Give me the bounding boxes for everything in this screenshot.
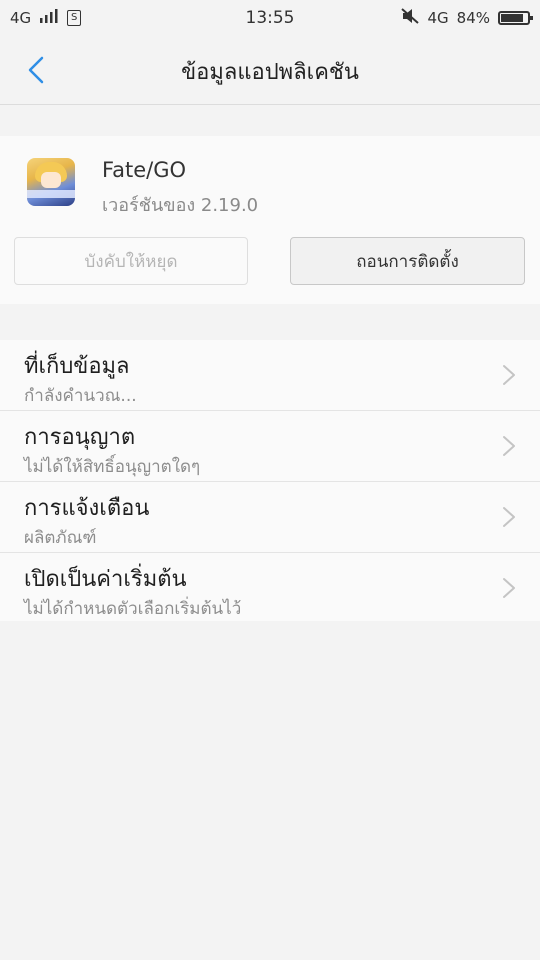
permissions-subtitle: ไม่ได้ให้สิทธิ์อนุญาตใดๆ: [24, 457, 201, 477]
chevron-right-icon: [503, 578, 515, 598]
chevron-right-icon: [503, 365, 515, 385]
storage-subtitle: กำลังคำนวณ...: [24, 386, 137, 406]
notifications-title: การแจ้งเตือน: [24, 496, 150, 521]
network-type-right: 4G: [427, 9, 449, 27]
app-name: Fate/GO: [102, 158, 187, 182]
notifications-subtitle: ผลิตภัณฑ์: [24, 528, 97, 548]
storage-row[interactable]: ที่เก็บข้อมูล กำลังคำนวณ...: [0, 340, 540, 411]
chevron-right-icon: [503, 507, 515, 527]
battery-level: [501, 14, 523, 22]
signal-icon: [39, 9, 59, 27]
open-by-default-row[interactable]: เปิดเป็นค่าเริ่มต้น ไม่ได้กำหนดตัวเลือกเ…: [0, 553, 540, 621]
permissions-title: การอนุญาต: [24, 425, 136, 450]
network-type: 4G: [10, 9, 32, 27]
open-by-default-title: เปิดเป็นค่าเริ่มต้น: [24, 567, 187, 592]
status-left: 4G S: [10, 9, 82, 27]
uninstall-button[interactable]: ถอนการติดตั้ง: [290, 237, 525, 285]
status-right: 4G 84%: [401, 8, 533, 28]
open-by-default-subtitle: ไม่ได้กำหนดตัวเลือกเริ่มต้นไว้: [24, 599, 242, 619]
notifications-row[interactable]: การแจ้งเตือน ผลิตภัณฑ์: [0, 482, 540, 553]
mute-icon: [401, 8, 420, 28]
battery-percent: 84%: [456, 9, 490, 27]
force-stop-button[interactable]: บังคับให้หยุด: [14, 237, 248, 285]
settings-list: ที่เก็บข้อมูล กำลังคำนวณ... การอนุญาต ไม…: [0, 340, 540, 621]
battery-icon: [498, 11, 533, 25]
page-title: ข้อมูลแอปพลิเคชัน: [181, 60, 359, 85]
title-bar: ข้อมูลแอปพลิเคชัน: [0, 36, 540, 105]
sim-icon: S: [67, 10, 82, 26]
app-version: เวอร์ชันของ 2.19.0: [102, 195, 259, 216]
app-icon: [27, 158, 75, 206]
permissions-row[interactable]: การอนุญาต ไม่ได้ให้สิทธิ์อนุญาตใดๆ: [0, 411, 540, 482]
status-bar: 4G S 13:55 4G 84%: [0, 0, 540, 36]
storage-title: ที่เก็บข้อมูล: [24, 354, 130, 379]
chevron-right-icon: [503, 436, 515, 456]
